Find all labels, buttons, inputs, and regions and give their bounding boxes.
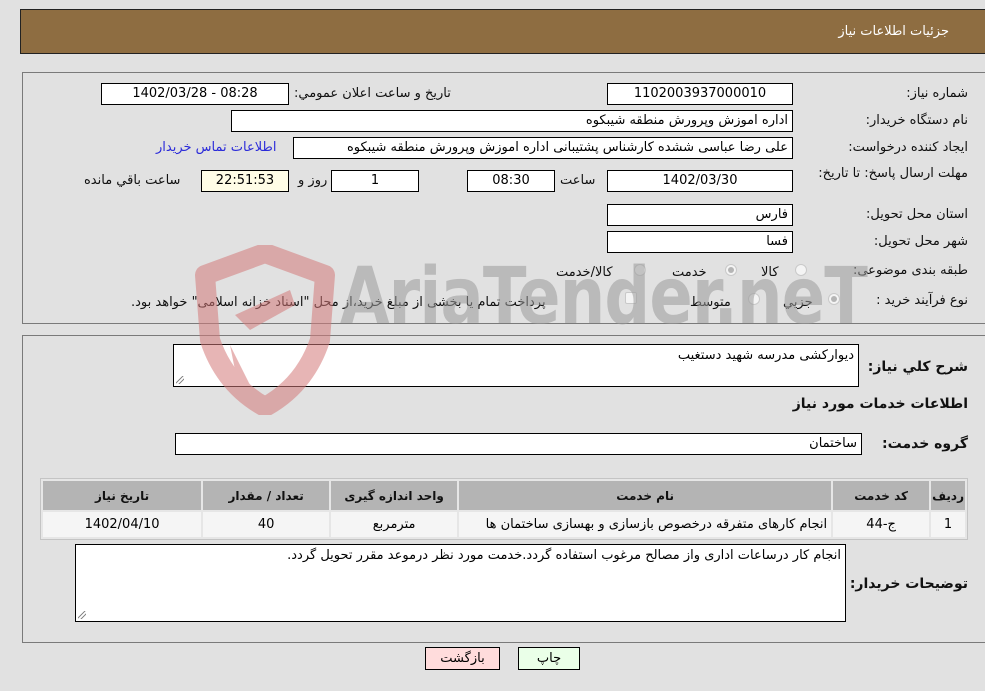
page-header: جزئيات اطلاعات نياز <box>20 9 985 54</box>
service-group-label: گروه خدمت: <box>882 436 968 452</box>
remaining-time-field: 22:51:53 <box>201 170 289 192</box>
back-button[interactable]: بازگشت <box>425 647 500 670</box>
summary-text: دیوارکشی مدرسه شهید دستغیب <box>677 348 854 363</box>
category-option-goods: کالا <box>761 265 779 280</box>
category-option-goods-service: کالا/خدمت <box>556 265 613 280</box>
buyer-notes-textarea[interactable]: انجام کار درساعات اداری واز مصالح مرغوب … <box>75 544 846 622</box>
col-header-need-date: تاریخ نیاز <box>43 481 202 510</box>
cell-service-code: ج-44 <box>833 512 930 537</box>
deadline-date-field: 1402/03/30 <box>607 170 793 192</box>
remaining-days-field: 1 <box>331 170 419 192</box>
print-button[interactable]: چاپ <box>518 647 580 670</box>
col-header-service-name: نام خدمت <box>459 481 832 510</box>
service-group-field: ساختمان <box>175 433 862 455</box>
category-radio-service[interactable] <box>725 264 737 276</box>
summary-textarea[interactable]: دیوارکشی مدرسه شهید دستغیب <box>173 344 859 387</box>
city-field: فسا <box>607 231 793 253</box>
col-header-service-code: کد خدمت <box>833 481 930 510</box>
need-number-field: 1102003937000010 <box>607 83 793 105</box>
resize-grip-icon[interactable] <box>176 376 184 384</box>
days-label: روز و <box>298 173 328 188</box>
cell-service-name: انجام کارهای متفرقه درخصوص بازسازی و بهس… <box>459 512 832 537</box>
need-number-label: شماره نیاز: <box>906 86 968 101</box>
province-field: فارس <box>607 204 793 226</box>
deadline-time-label: ساعت <box>560 173 596 188</box>
requester-field: علی رضا عباسی ششده کارشناس پشتیبانی ادار… <box>293 137 793 159</box>
process-radio-minor[interactable] <box>828 293 840 305</box>
process-option-medium: متوسط <box>690 295 731 310</box>
deadline-time-field: 08:30 <box>467 170 555 192</box>
buyer-org-field: اداره اموزش وپرورش منطقه شیبکوه <box>231 110 793 132</box>
page-title: جزئيات اطلاعات نياز <box>838 24 949 39</box>
process-option-minor: جزيي <box>783 295 813 310</box>
services-heading: اطلاعات خدمات مورد نياز <box>792 396 968 412</box>
province-label: استان محل تحویل: <box>866 207 968 222</box>
table-header-row: رديف کد خدمت نام خدمت واحد اندازه گیری ت… <box>43 481 965 510</box>
requester-label: ایجاد کننده درخواست: <box>848 140 968 155</box>
buyer-contact-link[interactable]: اطلاعات تماس خريدار <box>156 140 276 155</box>
category-label: طبقه بندی موضوعی: <box>852 263 968 278</box>
deadline-label: مهلت ارسال پاسخ: تا تاریخ: <box>818 166 968 181</box>
table-row: 1 ج-44 انجام کارهای متفرقه درخصوص بازساز… <box>43 512 965 537</box>
cell-quantity: 40 <box>203 512 330 537</box>
col-header-row-number: رديف <box>931 481 965 510</box>
services-table: رديف کد خدمت نام خدمت واحد اندازه گیری ت… <box>40 478 968 540</box>
buyer-notes-label: توضيحات خريدار: <box>849 576 968 592</box>
treasury-checkbox[interactable] <box>625 292 637 304</box>
cell-need-date: 1402/04/10 <box>43 512 202 537</box>
buyer-org-label: نام دستگاه خریدار: <box>865 113 968 128</box>
category-radio-goods-service[interactable] <box>634 264 646 276</box>
cell-unit: مترمربع <box>331 512 458 537</box>
category-option-service: خدمت <box>672 265 707 280</box>
summary-label: شرح كلي نياز: <box>867 359 968 375</box>
city-label: شهر محل تحویل: <box>873 234 968 249</box>
announce-label: تاريخ و ساعت اعلان عمومي: <box>294 86 451 101</box>
announce-field: 1402/03/28 - 08:28 <box>101 83 289 105</box>
cell-row-number: 1 <box>931 512 965 537</box>
col-header-quantity: تعداد / مقدار <box>203 481 330 510</box>
process-label: نوع فرآیند خرید : <box>876 293 968 308</box>
resize-grip-icon[interactable] <box>78 611 86 619</box>
treasury-check-label: پرداخت تمام یا بخشی از مبلغ خرید،از محل … <box>131 295 546 310</box>
col-header-unit: واحد اندازه گیری <box>331 481 458 510</box>
remaining-label: ساعت باقي مانده <box>84 173 181 188</box>
buyer-notes-text: انجام کار درساعات اداری واز مصالح مرغوب … <box>287 548 841 563</box>
process-radio-medium[interactable] <box>748 293 760 305</box>
category-radio-goods[interactable] <box>795 264 807 276</box>
